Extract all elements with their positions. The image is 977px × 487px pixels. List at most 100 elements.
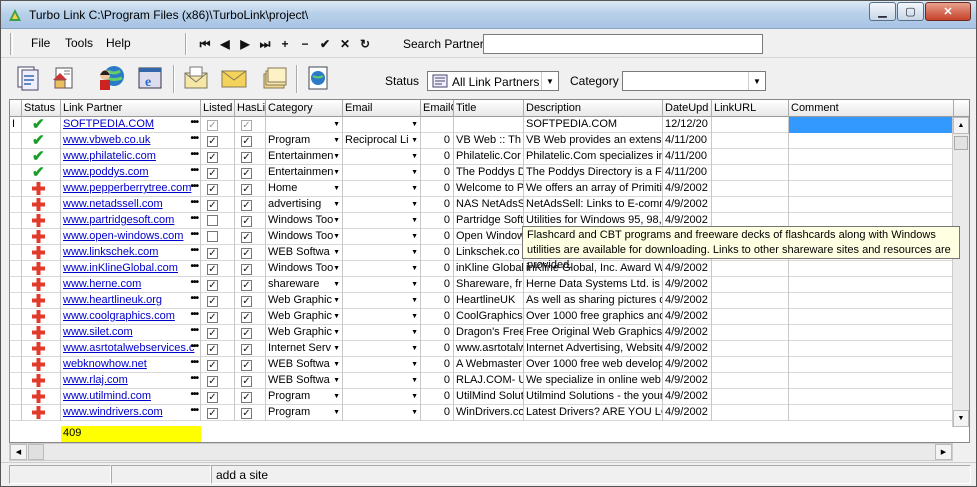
chevron-down-icon[interactable]: ▼ [411,281,418,288]
link-partner-cell[interactable]: www.pepperberrytree.com ••• [61,181,201,197]
nav-remove-button[interactable]: − [296,35,314,53]
close-button[interactable]: ✕ [925,2,971,21]
category-cell[interactable]: Program ▼ [266,133,343,149]
email-count-cell[interactable]: 0 [421,309,454,325]
date-updated-cell[interactable]: 4/9/2002 [663,325,712,341]
table-row[interactable]: www.asrtotalwebservices.c ••• ✓ ✓ Internet S… [10,341,954,357]
envelope-icon[interactable] [219,63,249,93]
link-partner-url[interactable]: www.linkschek.com [63,246,158,258]
haslink-cell[interactable]: ✓ [235,325,266,341]
email-cell[interactable]: ▼ [343,277,421,293]
chevron-down-icon[interactable]: ▼ [333,121,340,128]
ellipsis-icon[interactable]: ••• [190,133,198,144]
link-partner-url[interactable]: www.coolgraphics.com [63,310,175,322]
ellipsis-icon[interactable]: ••• [190,389,198,400]
email-cell[interactable]: ▼ [343,373,421,389]
ellipsis-icon[interactable]: ••• [190,277,198,288]
table-row[interactable]: ✔ www.poddys.com ••• ✓ ✓ Entertainmen ▼ ▼ 0 The P… [10,165,954,181]
web-document-icon[interactable] [303,63,333,93]
link-partner-cell[interactable]: www.herne.com ••• [61,277,201,293]
link-partner-cell[interactable]: www.inKlineGlobal.com ••• [61,261,201,277]
comment-cell[interactable] [789,149,954,165]
chevron-down-icon[interactable]: ▼ [333,249,340,256]
category-cell[interactable]: Entertainmen ▼ [266,149,343,165]
table-row[interactable]: www.coolgraphics.com ••• ✓ ✓ Web Graphic ▼ ▼ 0 C… [10,309,954,325]
title-bar[interactable]: Turbo Link C:\Program Files (x86)\TurboL… [1,1,976,29]
comment-cell[interactable] [789,165,954,181]
listed-cell[interactable]: ✓ [201,133,235,149]
link-partner-cell[interactable]: www.silet.com ••• [61,325,201,341]
listed-checkbox[interactable]: ✓ [207,280,218,291]
link-url-cell[interactable] [712,293,789,309]
link-url-cell[interactable] [712,405,789,421]
email-cell[interactable]: ▼ [343,245,421,261]
compose-mail-icon[interactable] [181,63,211,93]
category-cell[interactable]: Program ▼ [266,405,343,421]
link-partner-url[interactable]: www.partridgesoft.com [63,214,174,226]
column-header-category[interactable]: Category [266,100,343,117]
link-partner-cell[interactable]: www.poddys.com ••• [61,165,201,181]
listed-cell[interactable]: ✓ [201,309,235,325]
category-cell[interactable]: Web Graphic ▼ [266,293,343,309]
email-count-cell[interactable]: 0 [421,357,454,373]
link-partner-cell[interactable]: www.vbweb.co.uk ••• [61,133,201,149]
listed-cell[interactable]: ✓ [201,117,235,133]
link-partner-url[interactable]: www.silet.com [63,326,133,338]
date-updated-cell[interactable]: 4/11/200 [663,165,712,181]
email-cell[interactable]: ▼ [343,229,421,245]
nav-accept-button[interactable]: ✔ [316,35,334,53]
email-count-cell[interactable]: 0 [421,405,454,421]
email-count-cell[interactable]: 0 [421,373,454,389]
chevron-down-icon[interactable]: ▼ [333,361,340,368]
link-partner-cell[interactable]: www.partridgesoft.com ••• [61,213,201,229]
title-cell[interactable] [454,117,524,133]
chevron-down-icon[interactable]: ▼ [333,233,340,240]
date-updated-cell[interactable]: 4/9/2002 [663,309,712,325]
comment-cell[interactable] [789,293,954,309]
link-url-cell[interactable] [712,357,789,373]
haslink-checkbox[interactable]: ✓ [241,392,252,403]
link-url-cell[interactable] [712,261,789,277]
category-filter-select[interactable]: ▼ [622,71,766,91]
email-cell[interactable]: ▼ [343,357,421,373]
haslink-checkbox[interactable]: ✓ [241,328,252,339]
category-cell[interactable]: ▼ [266,117,343,133]
column-header-email[interactable]: Email [343,100,421,117]
link-partner-cell[interactable]: SOFTPEDIA.COM ••• [61,117,201,133]
chevron-down-icon[interactable]: ▼ [411,137,418,144]
link-url-cell[interactable] [712,277,789,293]
chevron-down-icon[interactable]: ▼ [411,121,418,128]
listed-checkbox[interactable]: ✓ [207,296,218,307]
haslink-cell[interactable]: ✓ [235,165,266,181]
listed-checkbox[interactable]: ✓ [207,312,218,323]
maximize-button[interactable]: ▢ [897,2,924,21]
listed-checkbox[interactable]: ✓ [207,136,218,147]
menu-file[interactable]: File [31,36,50,50]
link-partner-cell[interactable]: www.philatelic.com ••• [61,149,201,165]
listed-cell[interactable]: ✓ [201,149,235,165]
description-cell[interactable]: We offers an array of Primitiv [524,181,663,197]
link-partner-cell[interactable]: www.asrtotalwebservices.c ••• [61,341,201,357]
email-count-cell[interactable]: 0 [421,149,454,165]
chevron-down-icon[interactable]: ▼ [411,329,418,336]
link-url-cell[interactable] [712,197,789,213]
column-header-status[interactable]: Status [22,100,61,117]
table-row[interactable]: www.heartlineuk.org ••• ✓ ✓ Web Graphic ▼ ▼ 0 He… [10,293,954,309]
title-cell[interactable]: Dragon's Free [454,325,524,341]
email-cell[interactable]: ▼ [343,149,421,165]
chevron-down-icon[interactable]: ▼ [411,169,418,176]
table-row[interactable]: www.herne.com ••• ✓ ✓ shareware ▼ ▼ 0 Shareware,… [10,277,954,293]
scroll-right-icon[interactable]: ▶ [935,444,952,460]
date-updated-cell[interactable]: 12/12/20 [663,117,712,133]
chevron-down-icon[interactable]: ▼ [333,153,340,160]
menu-help[interactable]: Help [106,36,131,50]
email-count-cell[interactable]: 0 [421,341,454,357]
chevron-down-icon[interactable]: ▼ [333,377,340,384]
ellipsis-icon[interactable]: ••• [190,165,198,176]
description-cell[interactable]: NetAdsSell: Links to E-comm [524,197,663,213]
title-cell[interactable]: Welcome to P [454,181,524,197]
link-partner-url[interactable]: www.open-windows.com [63,230,183,242]
link-partner-url[interactable]: www.vbweb.co.uk [63,134,150,146]
email-count-cell[interactable]: 0 [421,245,454,261]
link-partner-cell[interactable]: www.rlaj.com ••• [61,373,201,389]
